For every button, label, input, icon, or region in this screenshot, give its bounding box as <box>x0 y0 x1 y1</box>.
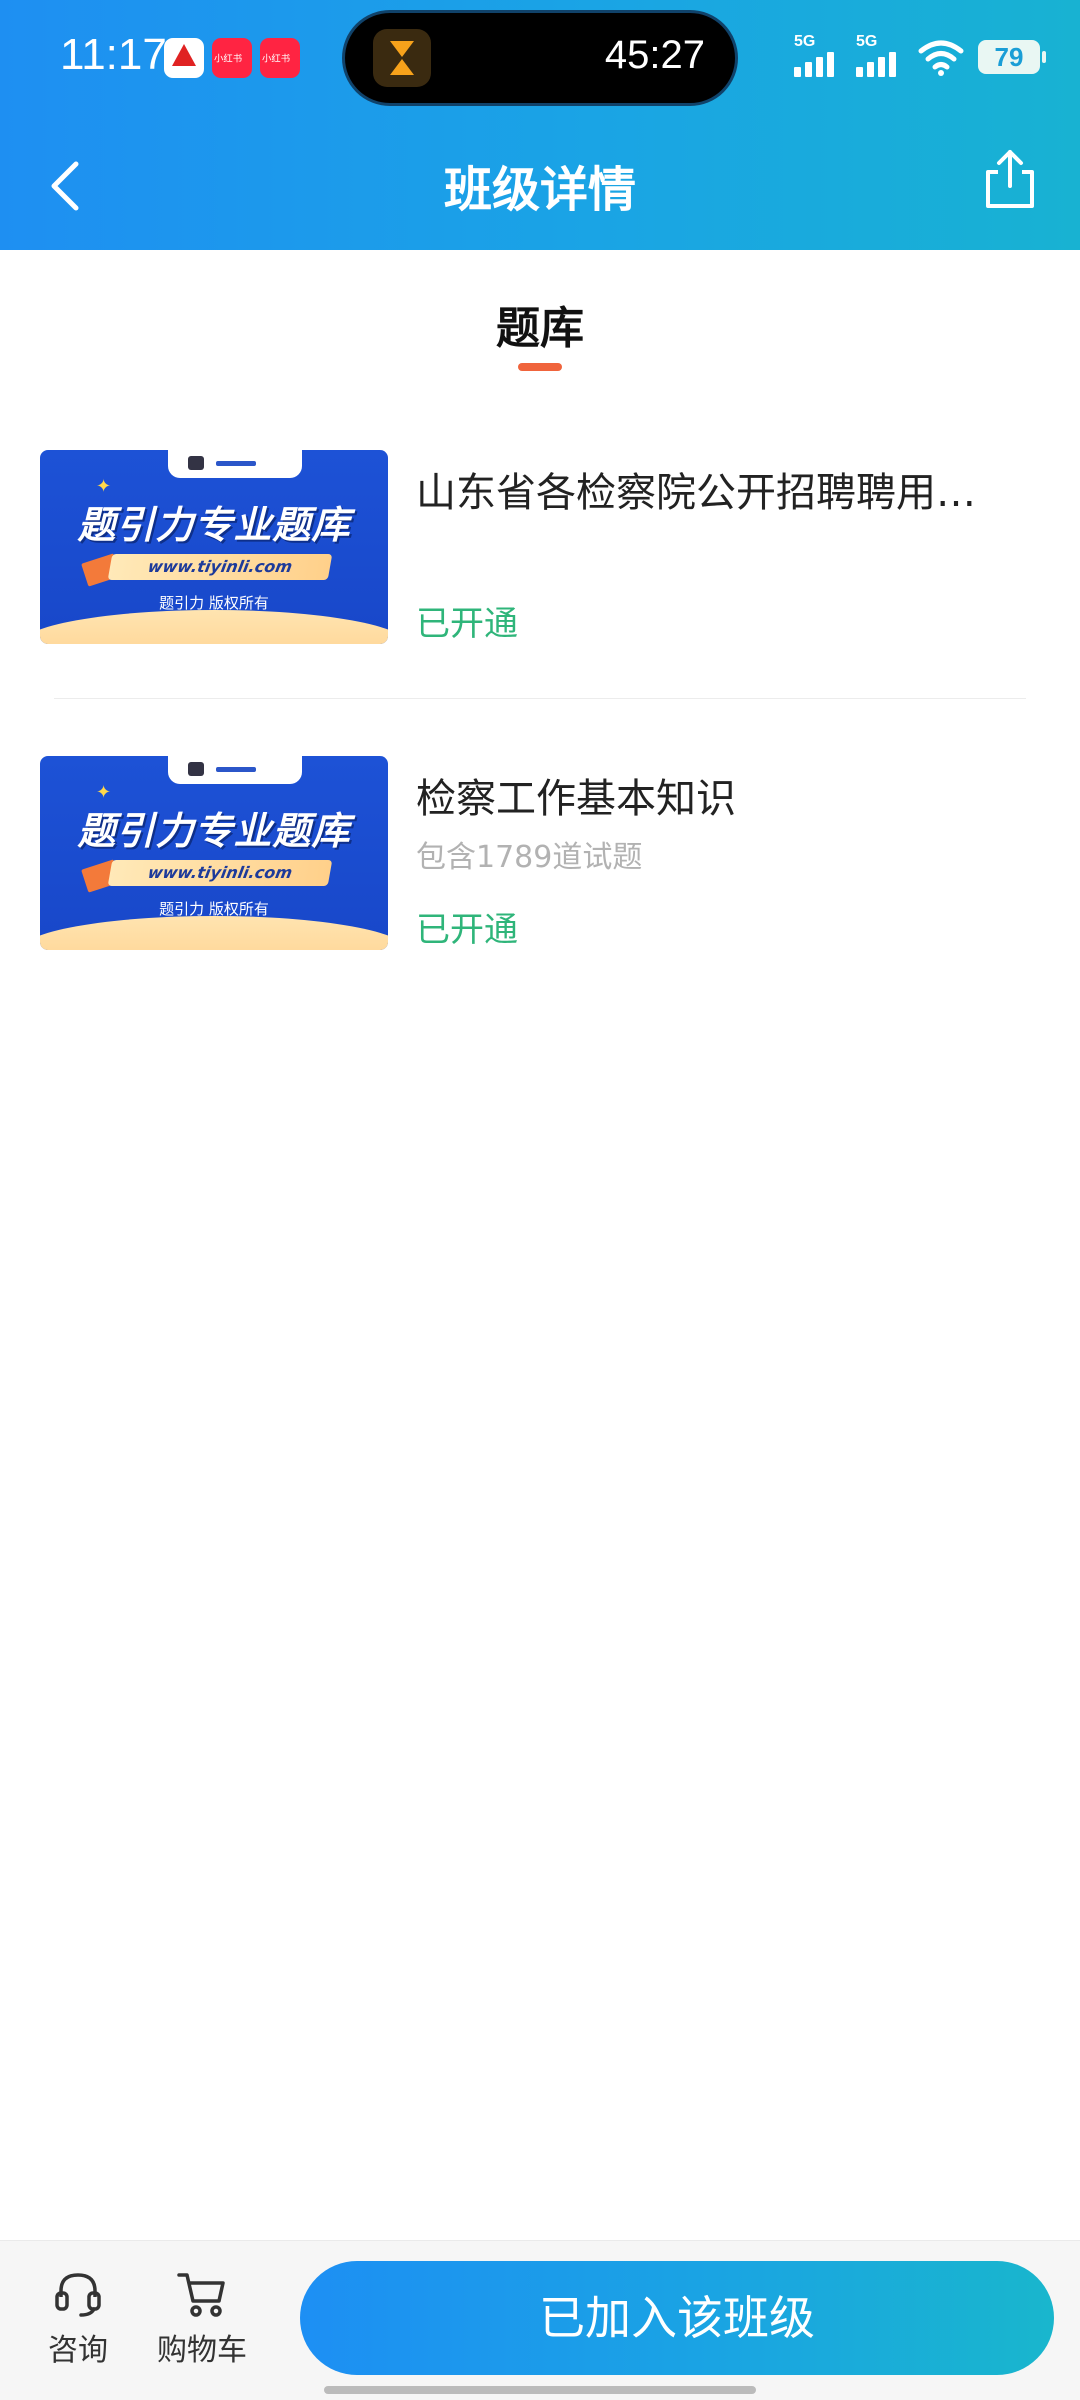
island-timer: 45:27 <box>604 33 705 77</box>
signal-icon: 5G <box>856 33 904 77</box>
signal-icon: 5G <box>794 33 842 77</box>
xiaohongshu-notification-icon <box>260 38 300 78</box>
thumbnail-banner-text: 题引力专业题库 <box>77 503 351 547</box>
wifi-icon <box>918 37 964 77</box>
page-title: 班级详情 <box>443 162 636 218</box>
logo-tag <box>168 450 302 478</box>
item-question-count: 包含1789道试题 <box>416 840 643 875</box>
share-icon <box>986 150 1034 208</box>
item-title: 检察工作基本知识 <box>416 776 736 822</box>
header-bar: 11:17 45:27 5G 5G 79 班级详情 <box>0 0 1080 250</box>
consult-button[interactable]: 咨询 <box>28 2269 128 2369</box>
item-status: 已开通 <box>416 604 518 644</box>
battery-icon: 79 <box>978 40 1046 74</box>
item-title: 山东省各检察院公开招聘聘用… <box>416 470 976 516</box>
item-status: 已开通 <box>416 910 518 950</box>
thumbnail-url: www.tiyinli.com <box>107 860 333 886</box>
consult-label: 咨询 <box>48 2333 108 2368</box>
status-time: 11:17 <box>60 30 167 79</box>
cart-button[interactable]: 购物车 <box>152 2269 252 2369</box>
shopping-cart-icon <box>177 2273 225 2317</box>
thumbnail-copyright: 题引力 版权所有 <box>159 900 269 918</box>
tab-question-bank[interactable]: 题库 <box>0 292 1080 356</box>
hourglass-icon <box>373 29 431 87</box>
joined-class-button[interactable]: 已加入该班级 <box>300 2261 1054 2375</box>
network-type-label: 5G <box>794 33 816 50</box>
xiaohongshu-notification-icon <box>212 38 252 78</box>
share-button[interactable] <box>980 146 1040 212</box>
item-thumbnail: ✦ 题引力专业题库 www.tiyinli.com 题引力 版权所有 <box>40 756 388 950</box>
item-thumbnail: ✦ 题引力专业题库 www.tiyinli.com 题引力 版权所有 <box>40 450 388 644</box>
thumbnail-copyright: 题引力 版权所有 <box>159 594 269 612</box>
headset-icon <box>55 2273 101 2317</box>
dynamic-island[interactable]: 45:27 <box>342 10 738 106</box>
tab-indicator <box>518 363 562 371</box>
cart-label: 购物车 <box>157 2333 247 2368</box>
bottom-action-bar: 咨询 购物车 已加入该班级 <box>0 2240 1080 2400</box>
thumbnail-banner-text: 题引力专业题库 <box>77 809 351 853</box>
logo-tag <box>168 756 302 784</box>
status-icons: 5G 5G 79 <box>794 33 1046 80</box>
list-item[interactable]: ✦ 题引力专业题库 www.tiyinli.com 题引力 版权所有 检察工作基… <box>40 756 1040 952</box>
thumbnail-url: www.tiyinli.com <box>107 554 333 580</box>
network-type-label: 5G <box>856 33 878 50</box>
app-notification-icon <box>164 38 204 78</box>
list-item[interactable]: ✦ 题引力专业题库 www.tiyinli.com 题引力 版权所有 山东省各检… <box>40 450 1040 646</box>
home-indicator[interactable] <box>324 2386 756 2394</box>
divider <box>54 698 1026 699</box>
